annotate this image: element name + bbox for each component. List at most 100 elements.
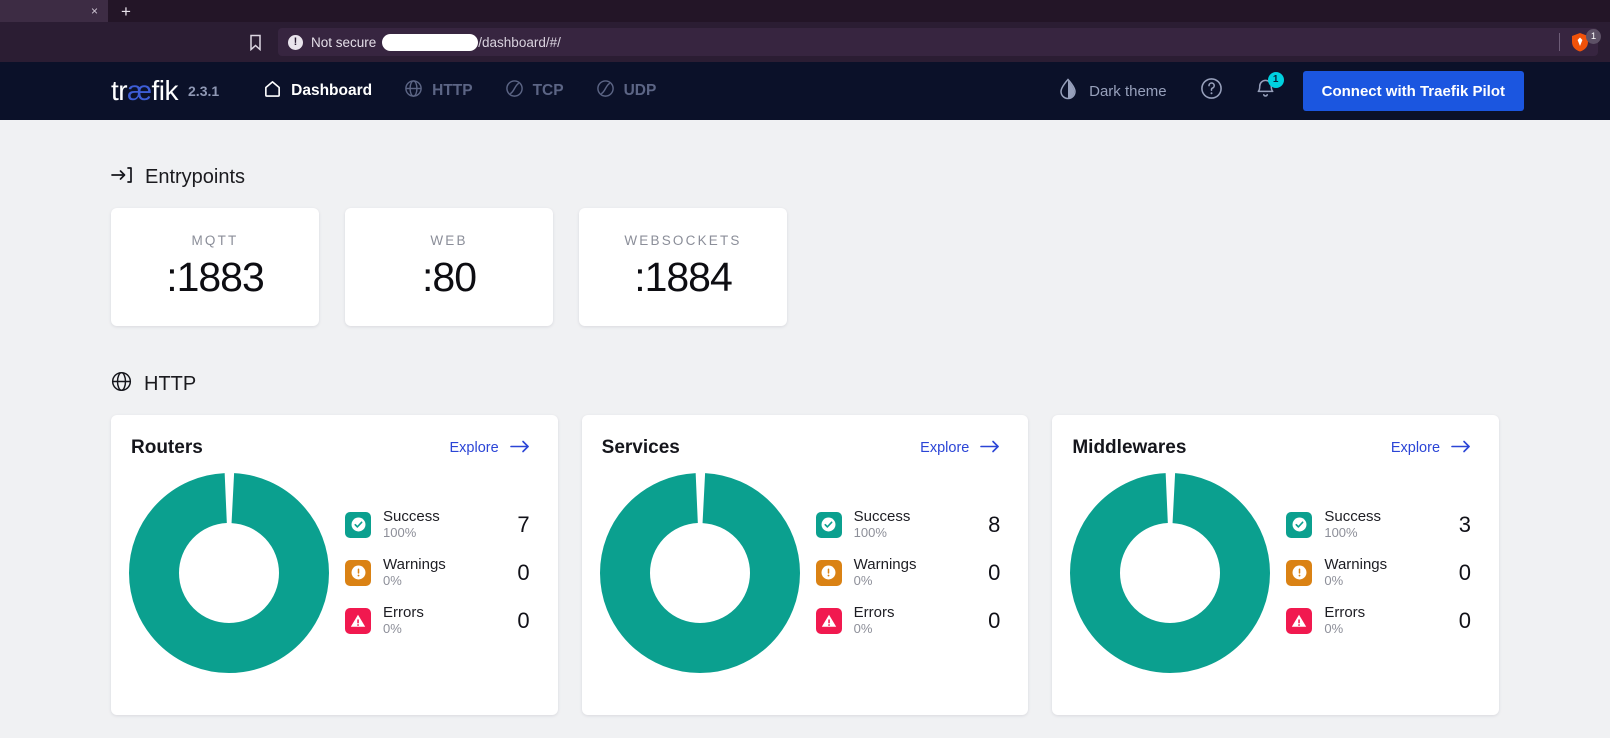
url-bar-row: ! Not secure /dashboard/#/ 1 [0, 22, 1610, 62]
version-label: 2.3.1 [188, 83, 220, 99]
legend-label: Warnings [853, 555, 917, 573]
bookmark-icon[interactable] [240, 34, 270, 51]
panel-body: Success 100% 7 Warnings 0% 0 Errors 0% 0 [129, 473, 534, 673]
entrypoint-port: :1884 [634, 254, 733, 300]
browser-tab[interactable]: × [0, 0, 108, 22]
panel-header: Services Explore [600, 437, 1005, 459]
http-section-header: HTTP [111, 326, 1499, 415]
entrypoints-section-header: Entrypoints [111, 120, 1499, 208]
legend-row-warnings: Warnings 0% 0 [1286, 556, 1471, 590]
omnibox-right-actions: 1 [1559, 29, 1601, 52]
half-droplet-icon [1058, 78, 1078, 104]
legend-count: 8 [988, 511, 1001, 537]
legend-text: Errors 0% [383, 604, 517, 638]
new-tab-button[interactable]: + [108, 0, 144, 22]
help-circle-icon[interactable] [1199, 76, 1224, 106]
logo-part-2: fik [151, 75, 179, 106]
legend-row-success: Success 100% 7 [345, 508, 530, 542]
legend-text: Warnings 0% [383, 556, 517, 590]
theme-toggle[interactable]: Dark theme [1058, 78, 1167, 104]
entrypoint-name: WEB [430, 233, 468, 248]
address-bar[interactable]: ! Not secure /dashboard/#/ 1 [278, 28, 1601, 56]
legend-row-errors: Errors 0% 0 [1286, 604, 1471, 638]
nav-item-http[interactable]: HTTP [404, 79, 473, 103]
legend-count: 0 [988, 608, 1001, 634]
legend-label: Warnings [1324, 555, 1388, 573]
panel-title: Services [601, 437, 680, 458]
notifications-button[interactable]: 1 [1254, 71, 1284, 106]
panel-routers: Routers Explore Success 100% 7 Warnings … [111, 415, 558, 715]
legend-percent: 100% [383, 525, 417, 541]
legend-row-warnings: Warnings 0% 0 [815, 556, 1001, 590]
globe-icon [111, 371, 132, 397]
nav-label-http: HTTP [432, 82, 473, 99]
legend-row-errors: Errors 0% 0 [345, 604, 530, 638]
donut-chart-services [599, 473, 800, 673]
connect-traefik-pilot-button[interactable]: Connect with Traefik Pilot [1302, 71, 1524, 111]
legend-count: 7 [517, 511, 530, 537]
panel-body: Success 100% 3 Warnings 0% 0 Errors 0% 0 [1070, 473, 1475, 673]
panel-title: Routers [131, 437, 203, 458]
legend-label: Success [853, 507, 911, 525]
entrypoint-name: WEBSOCKETS [624, 233, 742, 248]
explore-label: Explore [1390, 440, 1441, 456]
legend-count: 0 [517, 559, 530, 585]
globe-icon [404, 79, 423, 103]
check-circle-icon [1286, 511, 1313, 538]
legend-percent: 0% [853, 573, 873, 589]
legend-text: Success 100% [1324, 508, 1458, 542]
entrypoints-row: MQTT :1883 WEB :80 WEBSOCKETS :1884 [111, 208, 1499, 326]
explore-link-services[interactable]: Explore [920, 439, 1000, 458]
legend-label: Errors [1324, 604, 1366, 622]
entrypoint-port: :1883 [166, 254, 265, 300]
tcp-icon [505, 79, 524, 103]
panel-services: Services Explore Success 100% 8 Warnings… [581, 415, 1029, 715]
legend-count: 0 [517, 608, 530, 634]
legend-percent: 100% [853, 525, 887, 541]
explore-link-middlewares[interactable]: Explore [1391, 439, 1471, 458]
legend-text: Success 100% [383, 508, 517, 542]
exclamation-circle-icon [1286, 559, 1313, 586]
exclamation-circle-icon [345, 559, 371, 586]
legend-label: Errors [853, 604, 895, 622]
legend-text: Warnings 0% [854, 556, 988, 590]
nav-item-dashboard[interactable]: Dashboard [263, 79, 372, 103]
app-navbar: træfik 2.3.1 Dashboard HTTP TCP UDP Dark… [0, 62, 1610, 120]
panel-middlewares: Middlewares Explore Success 100% 3 Warni… [1052, 415, 1500, 715]
legend-percent: 0% [1324, 621, 1344, 637]
udp-icon [596, 79, 615, 103]
url-text: /dashboard/#/ [382, 33, 561, 51]
nav-item-tcp[interactable]: TCP [505, 79, 564, 103]
arrow-right-icon [980, 439, 1000, 458]
legend-text: Success 100% [854, 508, 988, 542]
entrypoint-card[interactable]: WEBSOCKETS :1884 [579, 208, 787, 326]
logo-part-1: tr [111, 75, 128, 106]
legend-text: Errors 0% [1324, 604, 1458, 638]
traefik-logo[interactable]: træfik [111, 75, 179, 107]
url-suffix: /dashboard/#/ [478, 34, 561, 50]
legend-count: 0 [988, 559, 1001, 585]
nav-label-udp: UDP [623, 82, 657, 99]
entrypoint-card[interactable]: MQTT :1883 [111, 208, 319, 326]
explore-link-routers[interactable]: Explore [450, 439, 530, 458]
legend-text: Errors 0% [854, 604, 988, 638]
brave-shield-icon[interactable]: 1 [1570, 29, 1601, 52]
main-nav: Dashboard HTTP TCP UDP [263, 79, 656, 103]
legend-label: Success [383, 507, 440, 525]
browser-chrome: × + ! Not secure /dashboard/#/ 1 [0, 0, 1610, 62]
close-icon[interactable]: × [91, 5, 98, 17]
url-redaction [382, 33, 479, 51]
legend-row-success: Success 100% 8 [815, 508, 1001, 542]
http-cards-row: Routers Explore Success 100% 7 Warnings … [111, 415, 1500, 715]
warning-triangle-icon [1286, 608, 1313, 635]
entrypoints-title: Entrypoints [145, 166, 246, 188]
explore-label: Explore [920, 440, 970, 456]
entrypoint-arrow-icon [111, 165, 133, 190]
security-label: Not secure [311, 34, 377, 50]
dashboard-page: Entrypoints MQTT :1883 WEB :80 WEBSOCKET… [0, 120, 1610, 715]
home-icon [263, 79, 282, 103]
entrypoint-card[interactable]: WEB :80 [345, 208, 553, 326]
theme-label: Dark theme [1089, 82, 1167, 100]
nav-item-udp[interactable]: UDP [596, 79, 657, 103]
legend-label: Errors [383, 604, 424, 622]
